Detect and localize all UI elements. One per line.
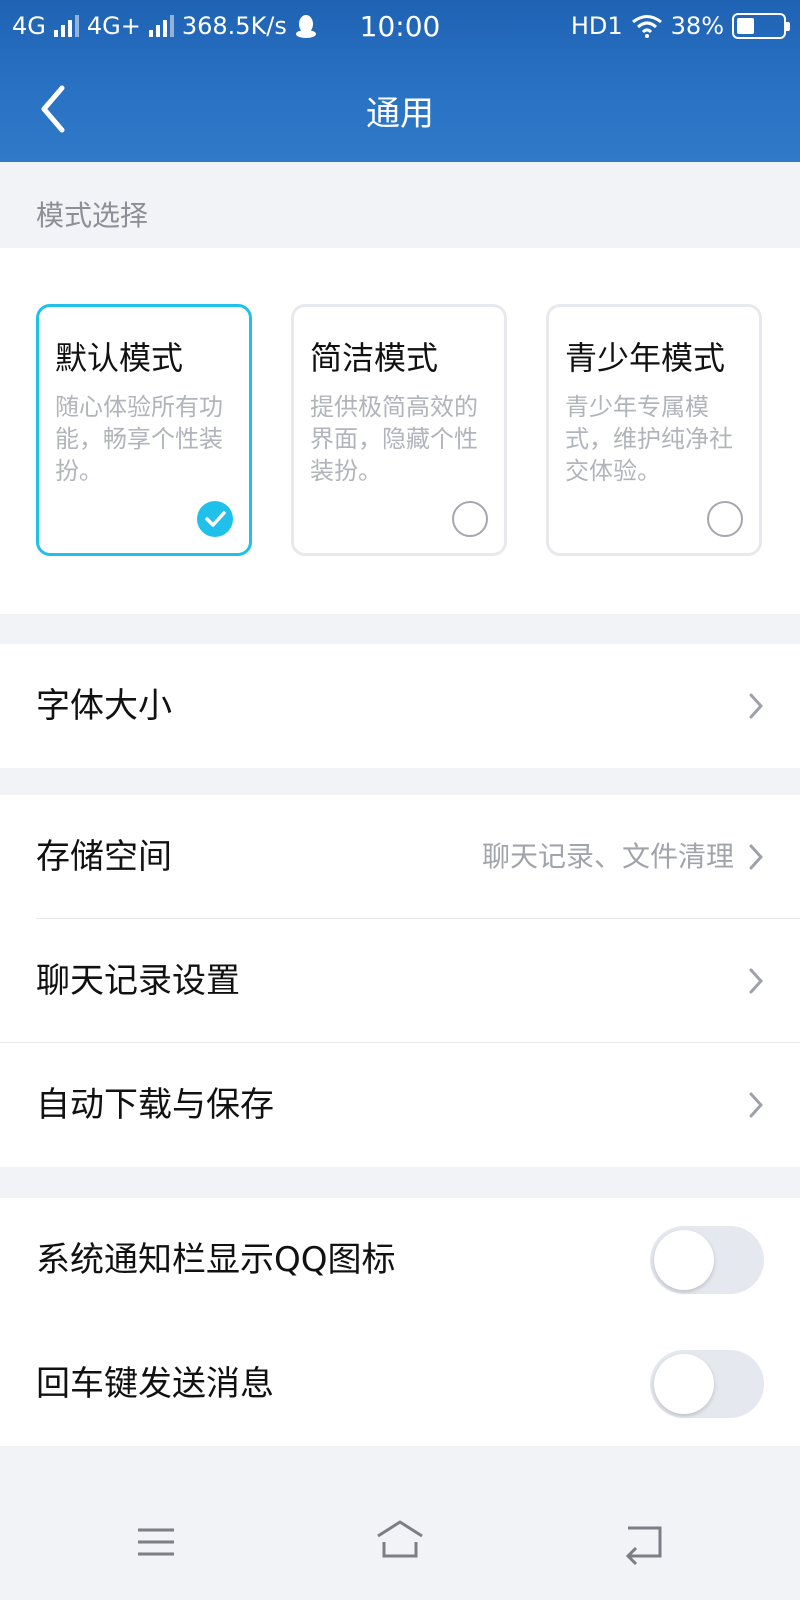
- row-label: 聊天记录设置: [36, 961, 240, 1001]
- row-label: 自动下载与保存: [36, 1085, 274, 1125]
- battery-percent: 38%: [670, 12, 724, 40]
- radio-icon[interactable]: [707, 501, 743, 537]
- chevron-right-icon: [749, 968, 764, 994]
- back-nav-icon[interactable]: [614, 1512, 674, 1572]
- page-title: 通用: [366, 94, 434, 134]
- settings-group-toggles: 系统通知栏显示QQ图标 回车键发送消息: [0, 1198, 800, 1446]
- row-label: 回车键发送消息: [36, 1364, 274, 1404]
- chevron-right-icon: [749, 693, 764, 719]
- mode-card-default[interactable]: 默认模式 随心体验所有功能，畅享个性装扮。: [36, 304, 252, 556]
- wifi-icon: [631, 15, 662, 38]
- mode-desc: 提供极简高效的界面，隐藏个性装扮。: [310, 393, 478, 485]
- mode-panel: 默认模式 随心体验所有功能，畅享个性装扮。 简洁模式 提供极简高效的界面，隐藏个…: [0, 248, 800, 614]
- row-auto-download[interactable]: 自动下载与保存: [0, 1043, 800, 1167]
- mode-card-simple[interactable]: 简洁模式 提供极简高效的界面，隐藏个性装扮。: [291, 304, 507, 556]
- row-font-size[interactable]: 字体大小: [0, 644, 800, 768]
- row-label: 存储空间: [36, 837, 172, 877]
- mode-card-teen[interactable]: 青少年模式 青少年专属模式，维护纯净社交体验。: [546, 304, 762, 556]
- chevron-right-icon: [749, 844, 764, 870]
- row-enter-send: 回车键发送消息: [0, 1322, 800, 1446]
- radio-icon[interactable]: [452, 501, 488, 537]
- row-value: 聊天记录、文件清理: [481, 840, 734, 873]
- menu-icon[interactable]: [126, 1512, 186, 1572]
- check-icon[interactable]: [197, 501, 233, 537]
- battery-icon: [732, 13, 790, 39]
- settings-group-storage: 存储空间 聊天记录、文件清理 聊天记录设置 自动下载与保存: [0, 795, 800, 1167]
- system-nav-bar: [0, 1490, 800, 1600]
- show-qq-icon-toggle[interactable]: [650, 1226, 764, 1294]
- mode-title: 默认模式: [55, 339, 184, 377]
- mode-desc: 青少年专属模式，维护纯净社交体验。: [565, 393, 733, 485]
- row-chat-history[interactable]: 聊天记录设置: [0, 919, 800, 1043]
- hd-indicator: HD1: [570, 12, 623, 40]
- row-storage[interactable]: 存储空间 聊天记录、文件清理: [0, 795, 800, 919]
- settings-group-font: 字体大小: [0, 644, 800, 768]
- status-bar: 4G 4G+ 368.5K/s 10:00 HD1 38%: [0, 0, 800, 56]
- toggle-knob: [654, 1354, 714, 1414]
- top-bar: 4G 4G+ 368.5K/s 10:00 HD1 38% 通用: [0, 0, 800, 162]
- mode-desc: 随心体验所有功能，畅享个性装扮。: [55, 393, 223, 485]
- mode-title: 简洁模式: [310, 339, 439, 377]
- row-label: 系统通知栏显示QQ图标: [36, 1240, 396, 1280]
- status-right: HD1 38%: [570, 12, 790, 40]
- row-show-qq-icon: 系统通知栏显示QQ图标: [0, 1198, 800, 1322]
- battery-level: [737, 18, 754, 34]
- enter-send-toggle[interactable]: [650, 1350, 764, 1418]
- home-icon[interactable]: [370, 1512, 430, 1572]
- row-label: 字体大小: [36, 686, 172, 726]
- mode-title: 青少年模式: [565, 339, 726, 377]
- chevron-right-icon: [749, 1092, 764, 1118]
- toggle-knob: [654, 1230, 714, 1290]
- section-label-mode: 模式选择: [36, 199, 149, 232]
